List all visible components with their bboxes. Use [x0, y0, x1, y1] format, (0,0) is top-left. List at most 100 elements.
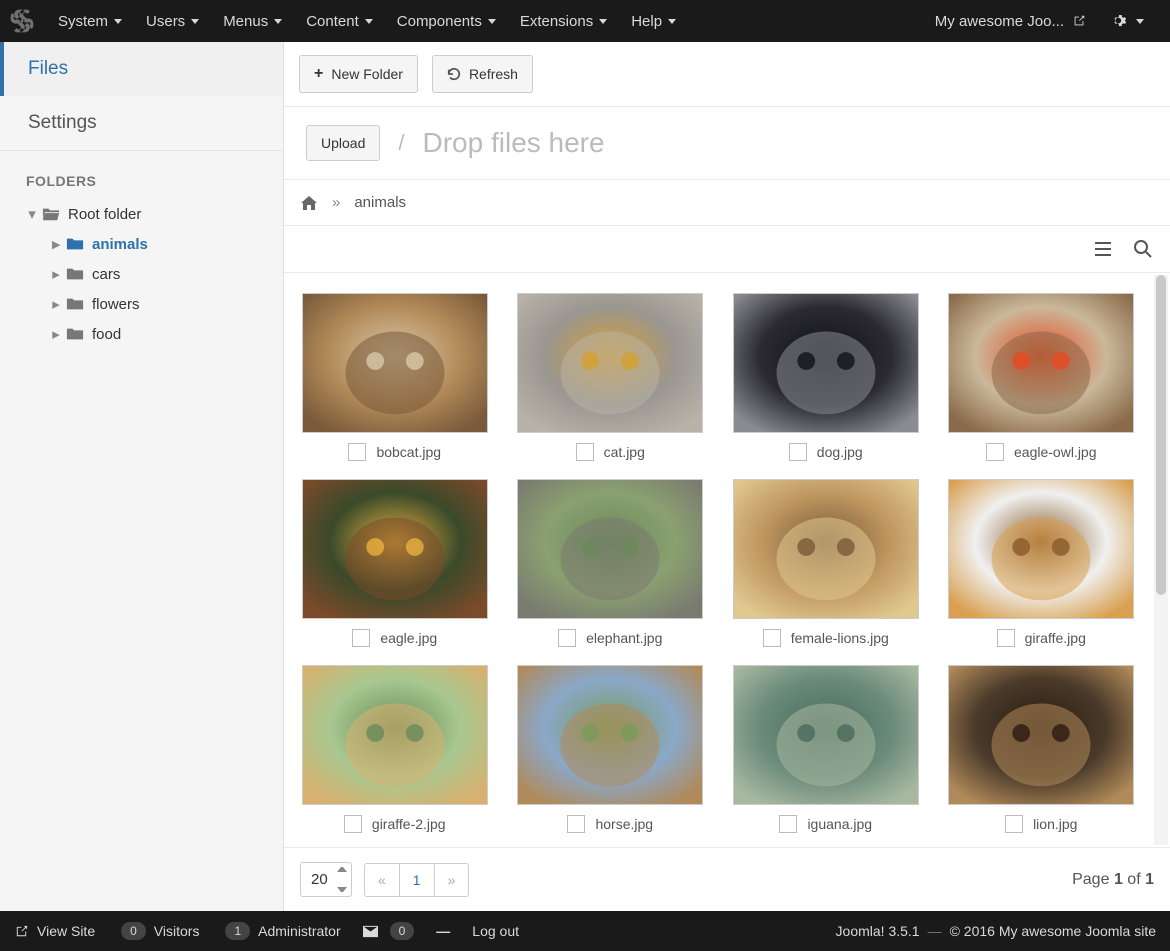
file-checkbox[interactable]	[997, 629, 1015, 647]
file-checkbox[interactable]	[567, 815, 585, 833]
file-tile[interactable]: horse.jpg	[512, 665, 710, 833]
folder-label: flowers	[92, 296, 140, 313]
file-tile[interactable]: giraffe.jpg	[943, 479, 1141, 647]
caret-down-icon	[191, 19, 199, 24]
joomla-version[interactable]: Joomla! 3.5.1	[836, 923, 920, 939]
file-checkbox[interactable]	[558, 629, 576, 647]
messages-link[interactable]: 0	[363, 922, 415, 940]
file-name: horse.jpg	[595, 816, 653, 832]
file-checkbox[interactable]	[348, 443, 366, 461]
tree-toggle-icon[interactable]: ▸	[50, 325, 62, 343]
file-tile[interactable]: iguana.jpg	[727, 665, 925, 833]
topmenu-extensions[interactable]: Extensions	[508, 0, 619, 42]
file-tile[interactable]: dog.jpg	[727, 293, 925, 461]
page-next[interactable]: »	[434, 864, 469, 896]
file-tile[interactable]: cat.jpg	[512, 293, 710, 461]
file-tile[interactable]: giraffe-2.jpg	[296, 665, 494, 833]
file-thumbnail[interactable]	[302, 293, 488, 433]
folder-open-icon	[42, 206, 60, 222]
file-checkbox[interactable]	[789, 443, 807, 461]
tree-toggle-icon[interactable]: ▾	[26, 205, 38, 223]
tree-toggle-icon[interactable]: ▸	[50, 265, 62, 283]
upload-separator: /	[398, 130, 404, 156]
file-thumbnail[interactable]	[948, 479, 1134, 619]
list-view-icon[interactable]	[1092, 238, 1114, 260]
file-checkbox[interactable]	[986, 443, 1004, 461]
visitors-counter[interactable]: 0 Visitors	[117, 922, 199, 940]
file-thumbnail[interactable]	[733, 293, 919, 433]
topmenu-content[interactable]: Content	[294, 0, 385, 42]
messages-count: 0	[390, 922, 415, 940]
refresh-button[interactable]: Refresh	[432, 55, 533, 93]
scrollbar-thumb[interactable]	[1156, 275, 1166, 595]
folder-icon	[66, 236, 84, 252]
file-tile[interactable]: eagle-owl.jpg	[943, 293, 1141, 461]
view-site-label: View Site	[37, 923, 95, 939]
file-tile[interactable]: eagle.jpg	[296, 479, 494, 647]
gear-icon	[1112, 12, 1130, 30]
file-name: cat.jpg	[604, 444, 645, 460]
site-title-link[interactable]: My awesome Joo...	[921, 0, 1100, 42]
topmenu-users[interactable]: Users	[134, 0, 211, 42]
folder-flowers[interactable]: ▸ flowers	[26, 289, 273, 319]
page-size-input[interactable]: 20	[300, 862, 352, 897]
topmenu-help[interactable]: Help	[619, 0, 688, 42]
file-thumbnail[interactable]	[517, 665, 703, 805]
file-checkbox[interactable]	[576, 443, 594, 461]
folder-cars[interactable]: ▸ cars	[26, 259, 273, 289]
file-thumbnail[interactable]	[948, 293, 1134, 433]
folder-animals[interactable]: ▸animals	[26, 229, 273, 259]
visitors-label: Visitors	[154, 923, 200, 939]
caret-down-icon	[668, 19, 676, 24]
file-thumbnail[interactable]	[302, 479, 488, 619]
file-tile[interactable]: bobcat.jpg	[296, 293, 494, 461]
no-requests: —	[436, 923, 450, 939]
topmenu-system[interactable]: System	[46, 0, 134, 42]
view-site-link[interactable]: View Site	[14, 923, 95, 939]
file-checkbox[interactable]	[352, 629, 370, 647]
file-tile[interactable]: lion.jpg	[943, 665, 1141, 833]
file-tile[interactable]: elephant.jpg	[512, 479, 710, 647]
file-checkbox[interactable]	[1005, 815, 1023, 833]
caret-down-icon	[274, 19, 282, 24]
file-thumbnail[interactable]	[733, 665, 919, 805]
folder-label: cars	[92, 266, 120, 283]
top-navbar: SystemUsersMenus Content Components Extensi…	[0, 0, 1170, 42]
site-title: My awesome Joo...	[935, 13, 1064, 30]
tree-toggle-icon[interactable]: ▸	[50, 235, 62, 253]
sidebar-nav-settings[interactable]: Settings	[0, 96, 283, 150]
folder-root[interactable]: ▾ Root folder	[26, 199, 273, 229]
scrollbar[interactable]	[1154, 275, 1168, 845]
logout-link[interactable]: Log out	[472, 923, 519, 939]
upload-button[interactable]: Upload	[306, 125, 380, 161]
sidebar-nav-files[interactable]: Files	[0, 42, 283, 96]
file-tile[interactable]: female-lions.jpg	[727, 479, 925, 647]
file-checkbox[interactable]	[763, 629, 781, 647]
spinner-icon[interactable]	[337, 867, 347, 892]
caret-down-icon	[114, 19, 122, 24]
admin-counter[interactable]: 1 Administrator	[221, 922, 340, 940]
page-prev[interactable]: «	[365, 864, 399, 896]
topmenu-label: Components	[397, 13, 482, 30]
file-thumbnail[interactable]	[517, 293, 703, 433]
user-settings-dropdown[interactable]	[1100, 0, 1156, 42]
breadcrumb-current: animals	[354, 194, 406, 211]
home-icon[interactable]	[300, 195, 318, 211]
search-icon[interactable]	[1132, 238, 1154, 260]
folder-icon	[66, 326, 84, 342]
topmenu-label: Content	[306, 13, 359, 30]
file-thumbnail[interactable]	[948, 665, 1134, 805]
page-current[interactable]: 1	[399, 864, 434, 896]
file-thumbnail[interactable]	[517, 479, 703, 619]
folder-food[interactable]: ▸food	[26, 319, 273, 349]
file-thumbnail[interactable]	[733, 479, 919, 619]
file-checkbox[interactable]	[344, 815, 362, 833]
file-thumbnail[interactable]	[302, 665, 488, 805]
new-folder-button[interactable]: + New Folder	[299, 55, 418, 93]
file-checkbox[interactable]	[779, 815, 797, 833]
file-name: giraffe-2.jpg	[372, 816, 446, 832]
breadcrumb: » animals	[284, 180, 1170, 226]
topmenu-components[interactable]: Components	[385, 0, 508, 42]
tree-toggle-icon[interactable]: ▸	[50, 295, 62, 313]
topmenu-menus[interactable]: Menus	[211, 0, 294, 42]
